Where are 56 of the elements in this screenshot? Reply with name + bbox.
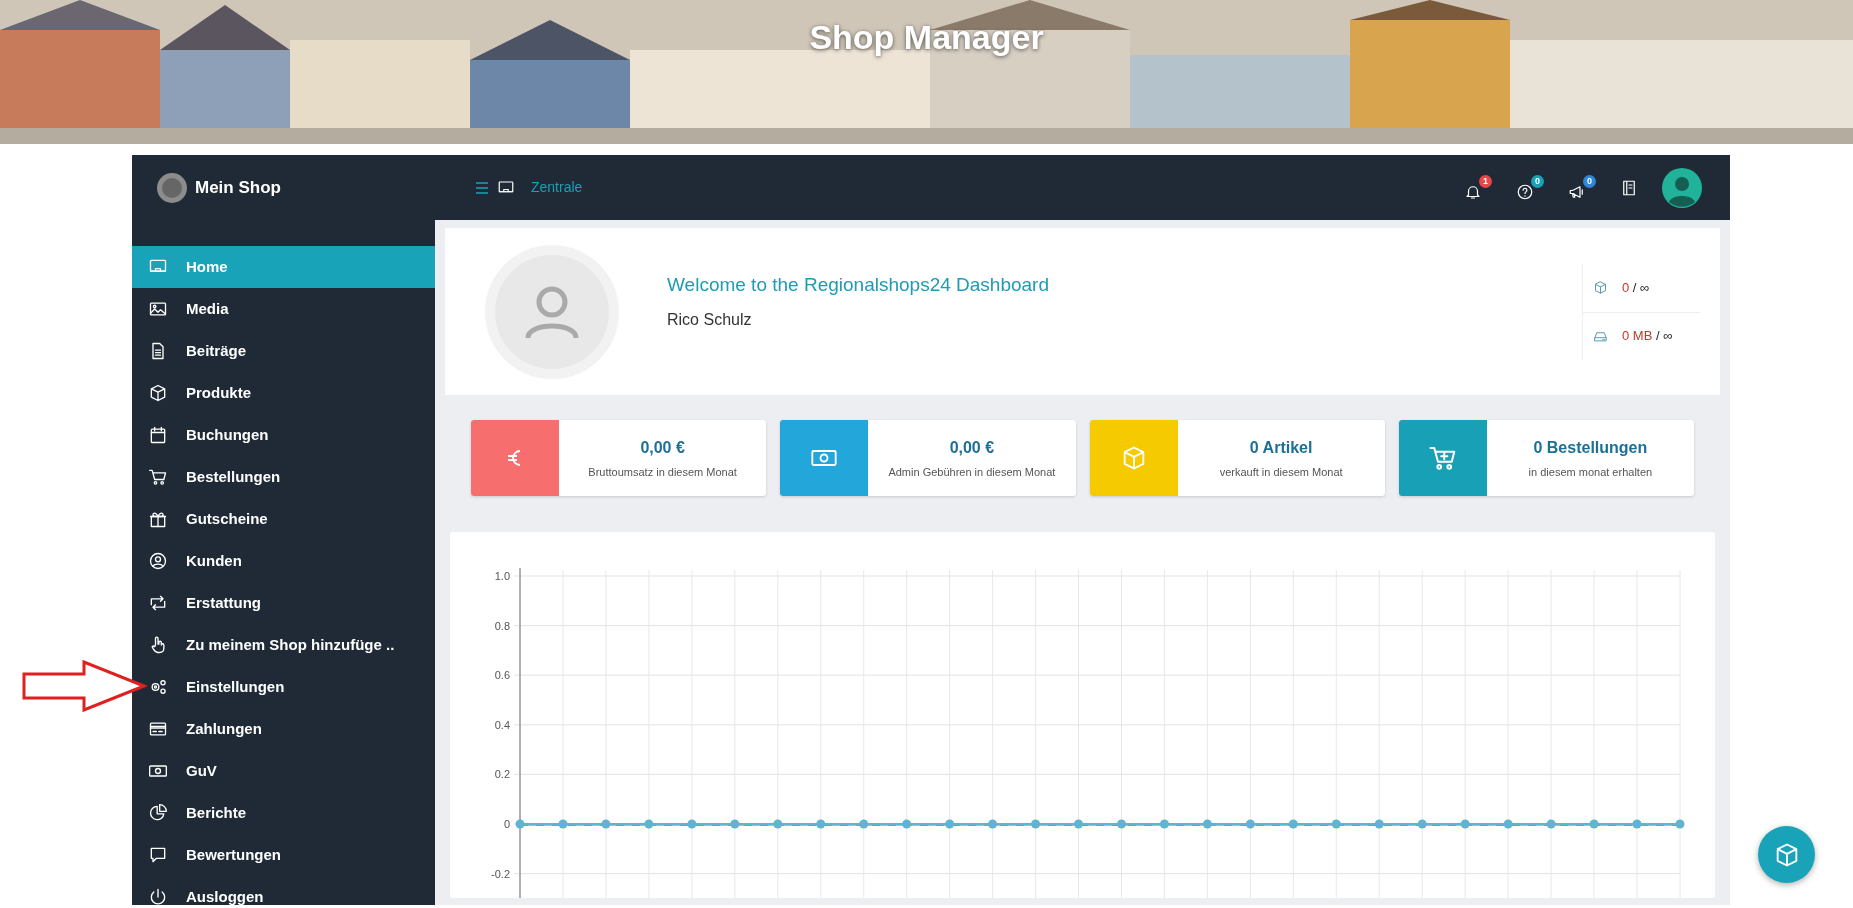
stat-caption: in diesem monat erhalten <box>1528 464 1653 480</box>
cube-button[interactable] <box>1758 826 1815 883</box>
usage-text: 0 MB / ∞ <box>1622 327 1673 346</box>
sidebar-item[interactable]: Zahlungen <box>132 708 435 750</box>
speech-bubble-icon <box>148 845 168 865</box>
stat-caption: Admin Gebühren in diesem Monat <box>888 464 1056 480</box>
calendar-icon <box>148 425 168 445</box>
sidebar-item[interactable]: Ausloggen <box>132 876 435 908</box>
avatar-icon[interactable] <box>1662 167 1702 208</box>
sidebar-item[interactable]: Einstellungen <box>132 666 435 708</box>
sidebar-item[interactable]: Bewertungen <box>132 834 435 876</box>
cube-icon <box>148 383 168 403</box>
count-badge: 0 <box>1531 174 1544 188</box>
cube-icon <box>1593 280 1608 295</box>
y-tick-label: 1.0 <box>494 570 510 582</box>
book-icon[interactable] <box>1620 178 1638 197</box>
sidebar-item[interactable]: Gutscheine <box>132 498 435 540</box>
usage-text: 0 / ∞ <box>1622 278 1650 297</box>
pie-chart-icon <box>148 803 168 823</box>
repeat-icon <box>148 593 168 613</box>
y-tick-label: 0 <box>503 818 510 830</box>
sidebar-item[interactable]: Zu meinem Shop hinzufüge .. <box>132 624 435 666</box>
count-badge: 1 <box>1479 174 1492 188</box>
y-tick-label: 0.4 <box>494 718 510 731</box>
count-badge: 0 <box>1583 174 1596 188</box>
help-icon[interactable] <box>1516 182 1534 201</box>
sidebar-item[interactable]: Berichte <box>132 792 435 834</box>
sidebar-item[interactable]: Beiträge <box>132 330 435 372</box>
shop-name: Mein Shop <box>195 176 281 199</box>
y-tick-label: 0.2 <box>494 768 510 781</box>
welcome-title: Welcome to the Regionalshops24 Dashboard <box>667 273 1050 298</box>
menu-icon[interactable] <box>474 181 489 194</box>
stat-value: 0 Bestellungen <box>1533 437 1648 458</box>
y-tick-label: -0.2 <box>491 867 510 880</box>
sidebar-item[interactable]: Erstattung <box>132 582 435 624</box>
user-name: Rico Schulz <box>667 309 753 330</box>
stat-caption: verkauft in diesem Monat <box>1219 464 1343 480</box>
page-title: Shop Manager <box>808 17 1045 58</box>
gift-icon <box>148 509 168 529</box>
sidebar-item[interactable]: Media <box>132 288 435 330</box>
power-icon <box>148 887 168 907</box>
y-tick-label: 0.8 <box>494 619 510 632</box>
sidebar-item[interactable]: GuV <box>132 750 435 792</box>
logo-icon <box>157 172 187 203</box>
stat-value: 0,00 € <box>640 437 685 458</box>
sidebar-item[interactable]: Bestellungen <box>132 456 435 498</box>
sidebar-item[interactable]: Produkte <box>132 372 435 414</box>
sidebar-item[interactable]: Buchungen <box>132 414 435 456</box>
y-tick-label: 0.6 <box>494 669 510 682</box>
stat-value: 0 Artikel <box>1249 437 1313 458</box>
user-circle-icon <box>148 551 168 571</box>
stat-caption: Bruttoumsatz in diesem Monat <box>588 464 737 480</box>
cart-icon <box>148 467 168 487</box>
breadcrumb-link[interactable]: Zentrale <box>530 177 583 198</box>
stat-value: 0,00 € <box>949 437 995 458</box>
sidebar-item[interactable]: Kunden <box>132 540 435 582</box>
